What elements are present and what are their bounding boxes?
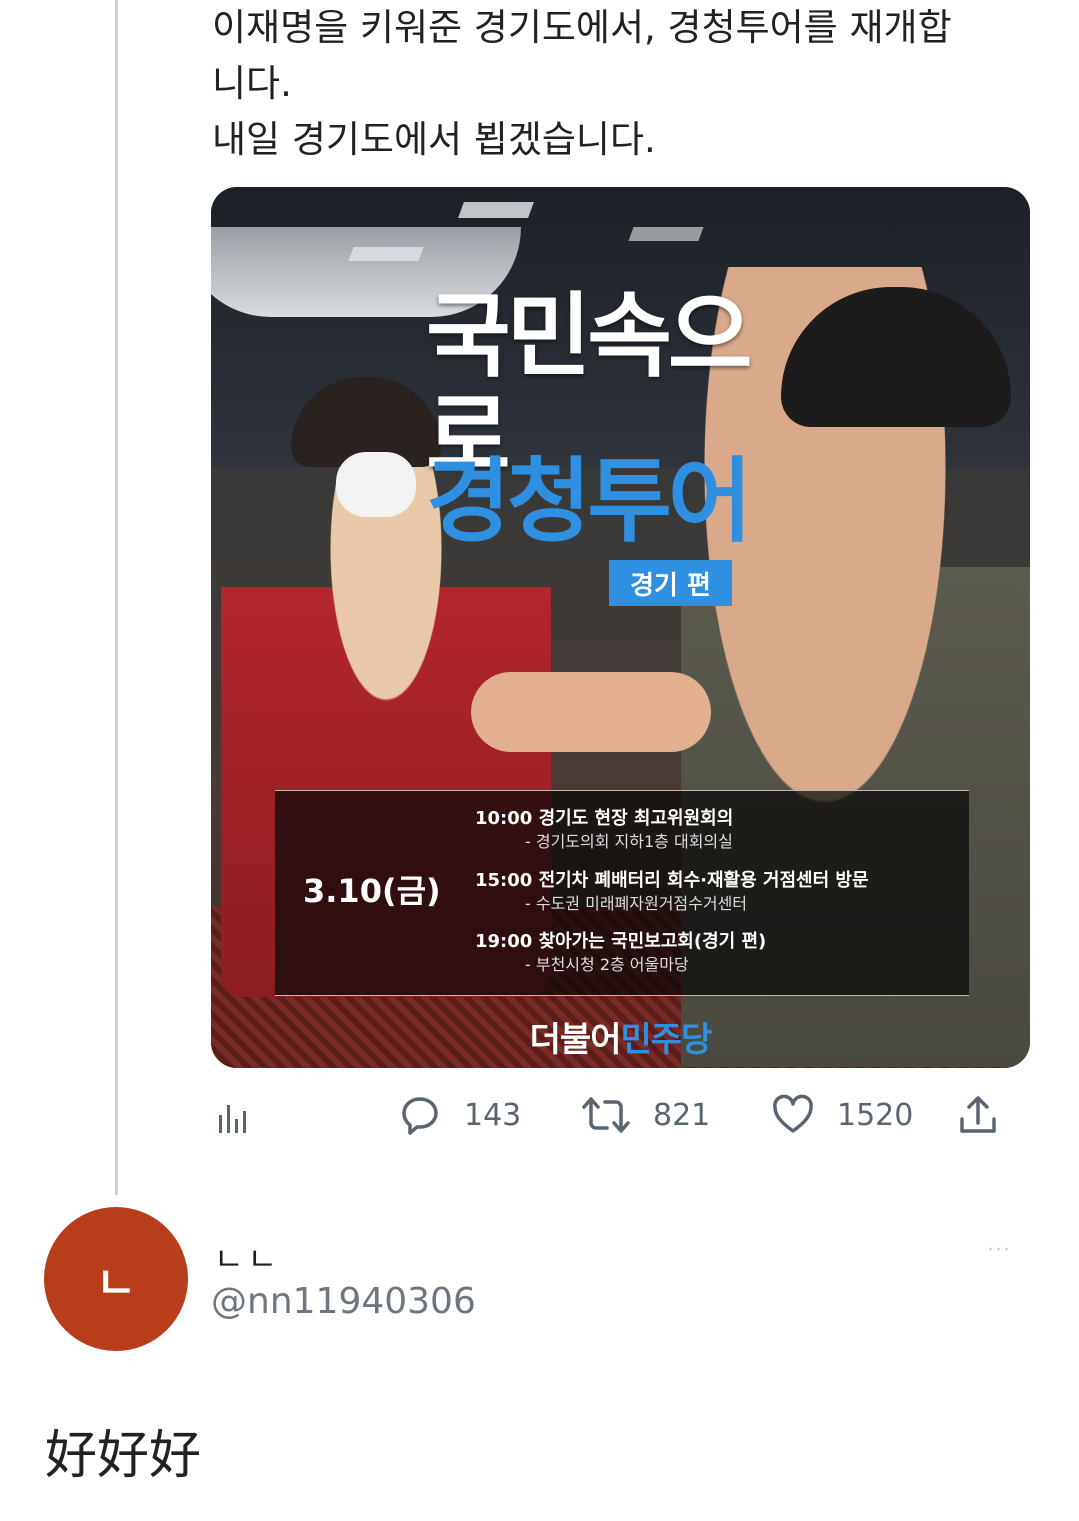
ceiling-light <box>458 202 534 218</box>
photo-mask <box>336 452 416 517</box>
ceiling-light <box>348 247 424 261</box>
thread-line <box>115 0 118 1195</box>
tweet-actions: 143 821 1520 <box>211 1093 1011 1141</box>
photo-handshake <box>471 672 711 752</box>
like-count: 1520 <box>837 1097 914 1133</box>
poster-schedule: 3.10(금) 10:00 경기도 현장 최고위원회의 - 경기도의회 지하1층… <box>275 790 969 996</box>
bar-chart-icon <box>219 1105 246 1133</box>
tweet-text-line: 니다. <box>212 62 292 105</box>
schedule-item-sub: - 경기도의회 지하1층 대회의실 <box>525 832 733 851</box>
like-button[interactable]: 1520 <box>771 1093 913 1137</box>
poster-edition-badge: 경기 편 <box>609 560 732 606</box>
share-icon <box>960 1096 996 1133</box>
reply-count: 143 <box>464 1097 522 1133</box>
poster-headline-blue: 경청투어 <box>426 448 753 555</box>
tweet-text-line: 이재명을 키워준 경기도에서, 경청투어를 재개합 <box>212 6 952 49</box>
user-handle[interactable]: @nn11940306 <box>211 1281 476 1322</box>
tweet-text: 이재명을 키워준 경기도에서, 경청투어를 재개합 니다. 내일 경기도에서 뵙… <box>212 0 1032 168</box>
user-display-name[interactable]: ㄴㄴ <box>214 1234 281 1280</box>
schedule-item-sub: - 부천시청 2층 어울마당 <box>525 955 689 974</box>
heart-icon <box>773 1094 813 1133</box>
schedule-item: 10:00 경기도 현장 최고위원회의 - 경기도의회 지하1층 대회의실 <box>475 807 733 853</box>
avatar[interactable]: ㄴ <box>44 1207 188 1351</box>
more-options-icon[interactable]: ··· <box>987 1238 1011 1263</box>
schedule-date: 3.10(금) <box>303 872 441 910</box>
reply-text: 好好好 <box>45 1426 202 1486</box>
schedule-item-sub: - 수도권 미래폐자원거점수거센터 <box>525 894 748 913</box>
schedule-item-main: 19:00 찾아가는 국민보고회(경기 편) <box>475 931 767 952</box>
share-button[interactable] <box>957 1093 999 1137</box>
retweet-icon <box>582 1097 630 1133</box>
schedule-item: 15:00 전기차 폐배터리 회수·재활용 거점센터 방문 - 수도권 미래폐자… <box>475 869 869 915</box>
tweet-text-line: 내일 경기도에서 뵙겠습니다. <box>212 118 656 161</box>
avatar-letter: ㄴ <box>95 1258 137 1309</box>
schedule-item-main: 10:00 경기도 현장 최고위원회의 <box>475 808 734 829</box>
reply-button[interactable]: 143 <box>398 1093 521 1137</box>
schedule-item: 19:00 찾아가는 국민보고회(경기 편) - 부천시청 2층 어울마당 <box>475 930 766 976</box>
comment-icon <box>402 1097 438 1135</box>
party-logo: 더불어민주당 <box>211 1012 1030 1061</box>
analytics-button[interactable] <box>216 1101 250 1135</box>
party-logo-part2: 민주당 <box>620 1020 713 1060</box>
ceiling-light <box>628 227 704 241</box>
schedule-item-main: 15:00 전기차 폐배터리 회수·재활용 거점센터 방문 <box>475 870 869 891</box>
retweet-button[interactable]: 821 <box>581 1093 710 1137</box>
retweet-count: 821 <box>653 1097 711 1133</box>
party-logo-part1: 더불어 <box>529 1020 622 1060</box>
tweet-image[interactable]: 국민속으로 경청투어 경기 편 3.10(금) 10:00 경기도 현장 최고위… <box>211 187 1030 1068</box>
